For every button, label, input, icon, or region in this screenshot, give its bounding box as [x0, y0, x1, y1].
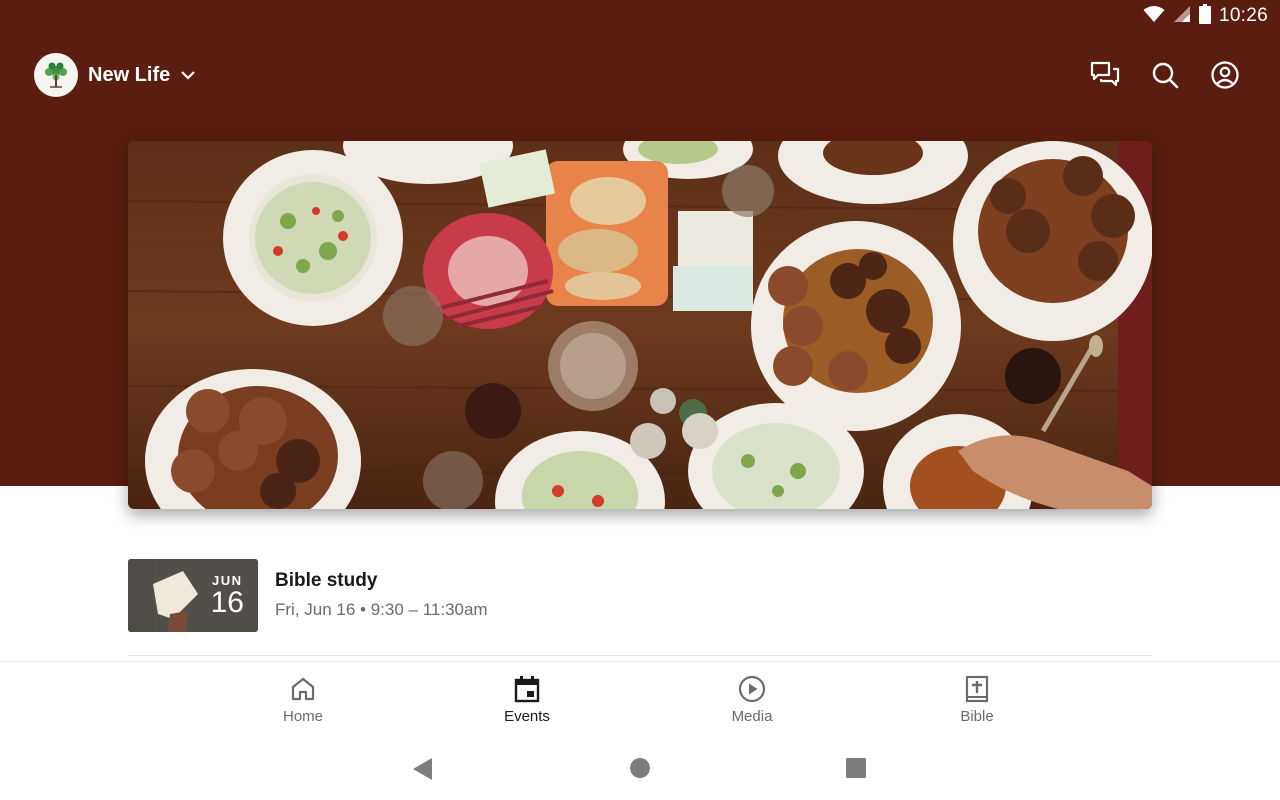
nav-label-bible: Bible	[960, 708, 994, 725]
event-date-badge: JUN 16	[211, 573, 244, 618]
play-circle-icon	[692, 674, 812, 704]
wifi-icon	[1143, 5, 1165, 28]
battery-icon	[1198, 3, 1211, 29]
home-icon	[243, 674, 363, 704]
org-name[interactable]: New Life	[88, 64, 170, 87]
chat-icon[interactable]	[1090, 60, 1120, 90]
nav-label-events: Events	[504, 708, 550, 725]
nav-item-home[interactable]: Home	[243, 674, 363, 725]
recents-icon[interactable]	[846, 758, 866, 783]
event-list-item[interactable]: JUN 16 Bible study Fri, Jun 16 • 9:30 – …	[128, 558, 1152, 632]
nav-item-media[interactable]: Media	[692, 674, 812, 725]
account-icon[interactable]	[1210, 60, 1240, 90]
back-icon[interactable]	[412, 757, 434, 786]
nav-item-bible[interactable]: Bible	[917, 674, 1037, 725]
nav-label-home: Home	[282, 708, 323, 725]
event-day: 16	[210, 585, 244, 619]
bottom-navigation: Home Events Media Bible	[0, 661, 1280, 739]
nav-label-media: Media	[731, 708, 773, 725]
bible-icon	[917, 674, 1037, 704]
calendar-icon	[467, 674, 587, 704]
event-title: Bible study	[275, 570, 378, 591]
tree-logo-icon[interactable]	[34, 53, 78, 97]
list-divider	[128, 655, 1152, 656]
nav-item-events[interactable]: Events	[467, 674, 587, 725]
event-thumbnail: JUN 16	[128, 558, 258, 632]
cell-signal-icon	[1173, 5, 1191, 28]
hero-image[interactable]	[128, 141, 1152, 509]
status-time: 10:26	[1218, 5, 1268, 26]
shared-meal-photo	[128, 141, 1152, 509]
status-bar: 10:26	[0, 0, 1280, 32]
home-circle-icon[interactable]	[630, 758, 650, 783]
search-icon[interactable]	[1150, 60, 1180, 90]
system-navigation-bar	[0, 740, 1280, 800]
event-datetime: Fri, Jun 16 • 9:30 – 11:30am	[275, 600, 488, 619]
app-bar: New Life	[34, 52, 1240, 98]
chevron-down-icon[interactable]	[178, 65, 198, 85]
